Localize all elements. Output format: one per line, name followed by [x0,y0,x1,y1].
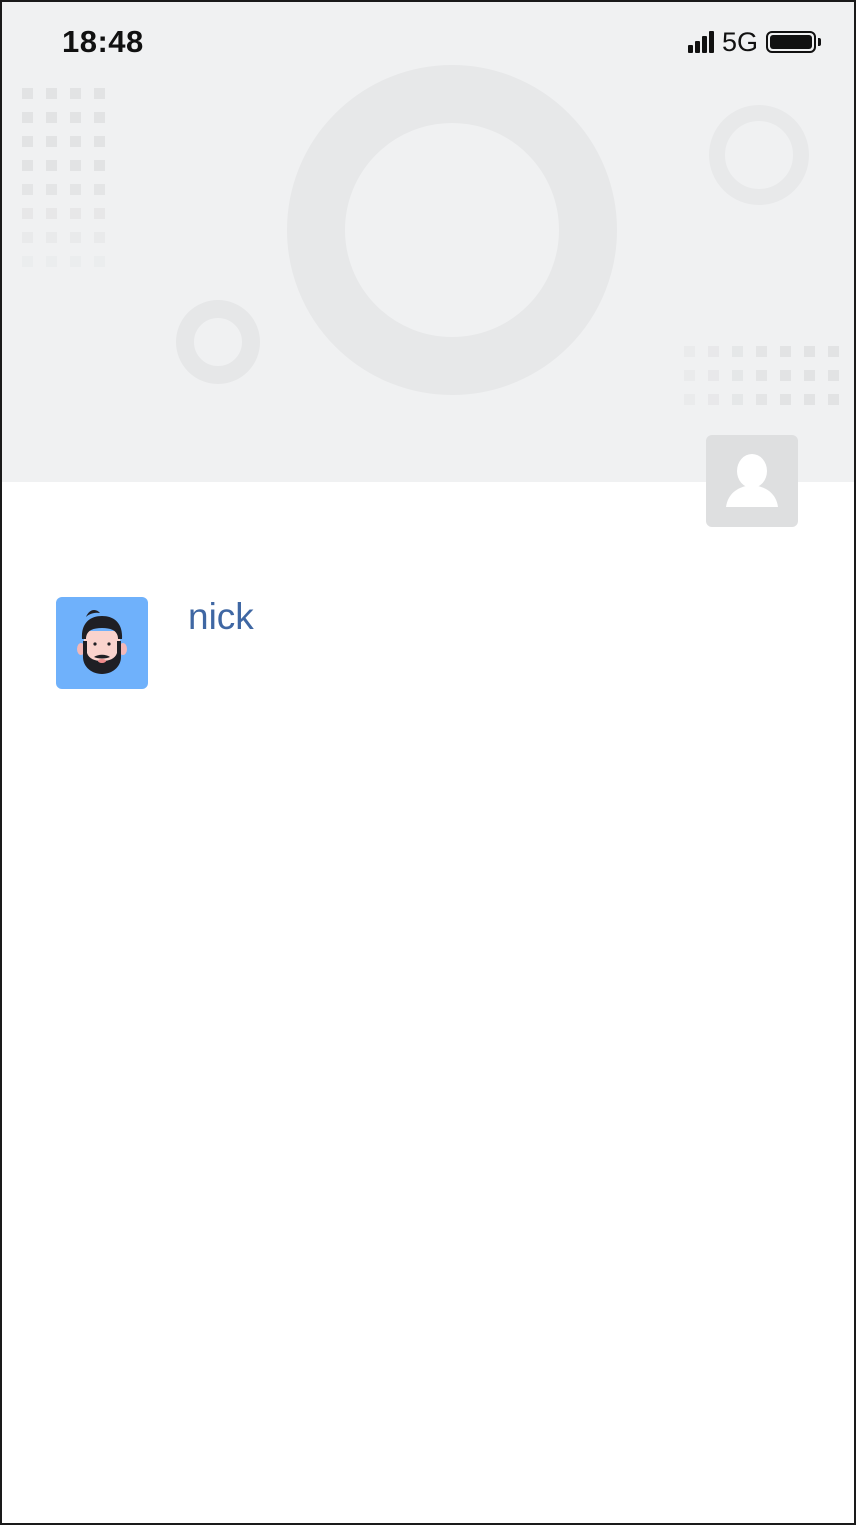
profile-avatar-button[interactable] [706,435,798,527]
battery-full-icon [766,31,821,53]
contact-name[interactable]: nick [188,597,254,637]
large-ring-decoration [287,65,617,395]
small-ring-decoration-right [709,105,809,205]
network-type-label: 5G [721,27,758,57]
signal-bars-icon [687,31,716,53]
list-item-contact[interactable]: nick [56,597,796,693]
bearded-man-avatar-icon [77,609,127,674]
status-time: 18:48 [62,24,144,59]
small-ring-decoration-left [176,300,260,384]
battery-level-fill [770,35,812,49]
dot-grid-right [684,346,839,405]
dot-grid-top-left [22,88,105,267]
contact-avatar[interactable] [56,597,148,689]
battery-cap [818,38,821,46]
user-silhouette-icon [726,454,778,507]
status-indicators: 5G [687,26,821,58]
status-bar: 18:48 5G [2,2,854,82]
app-screen: 18:48 5G nick [0,0,856,1525]
